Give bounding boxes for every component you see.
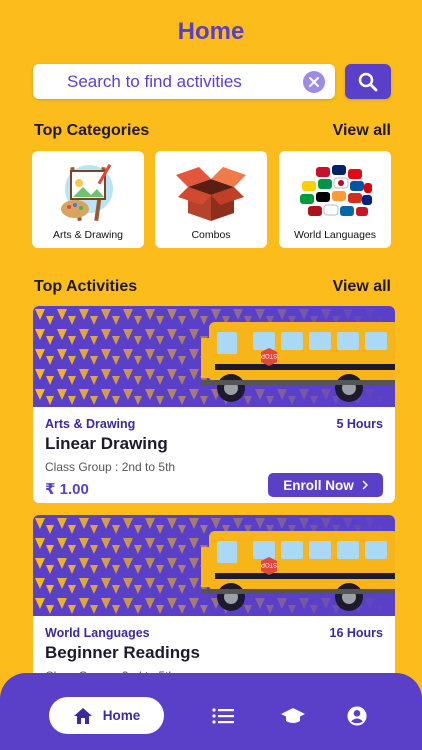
- activity-banner-image: STOP: [33, 306, 395, 407]
- category-card-arts[interactable]: Arts & Drawing: [32, 151, 144, 248]
- stop-sign-label: STOP: [261, 561, 277, 567]
- enroll-label: Enroll Now: [283, 477, 354, 493]
- close-icon: [309, 76, 319, 87]
- section-title: Top Categories: [34, 122, 150, 139]
- profile-icon[interactable]: [346, 706, 368, 726]
- section-title: Top Activities: [34, 278, 138, 295]
- chevron-right-icon: [362, 480, 368, 490]
- enroll-now-button[interactable]: Enroll Now: [268, 473, 383, 497]
- activity-card-linear-drawing[interactable]: STOP Arts & Drawing 5 Hours Linear Drawi…: [33, 306, 395, 503]
- easel-palette-icon: [61, 163, 113, 222]
- nav-home-button[interactable]: Home: [49, 697, 164, 734]
- category-label: Arts & Drawing: [52, 229, 124, 241]
- clear-search-button[interactable]: [303, 70, 325, 93]
- bottom-navigation: Home: [0, 673, 422, 750]
- category-label: Combos: [191, 229, 231, 241]
- top-activities-header: Top Activities View all: [34, 278, 391, 296]
- search-button[interactable]: [345, 64, 391, 99]
- activity-title: Linear Drawing: [45, 434, 168, 453]
- activity-banner-image: STOP: [33, 515, 395, 616]
- activity-duration: 5 Hours: [336, 417, 383, 431]
- open-box-icon: [176, 167, 246, 221]
- category-label: World Languages: [293, 229, 377, 241]
- category-card-languages[interactable]: World Languages: [279, 151, 391, 248]
- list-icon[interactable]: [212, 706, 234, 726]
- category-card-combos[interactable]: Combos: [155, 151, 267, 248]
- search-input[interactable]: [33, 64, 303, 99]
- view-all-categories-link[interactable]: View all: [333, 122, 391, 140]
- stop-sign-label: STOP: [261, 352, 277, 358]
- top-categories-header: Top Categories View all: [34, 122, 391, 140]
- search-icon: [358, 72, 378, 91]
- page-title: Home: [177, 18, 245, 45]
- graduation-cap-icon[interactable]: [281, 706, 305, 726]
- flags-cloud-icon: [300, 165, 372, 216]
- home-icon: [73, 707, 92, 724]
- view-all-activities-link[interactable]: View all: [333, 278, 391, 296]
- activity-class-group: Class Group : 2nd to 5th: [45, 460, 176, 474]
- search-bar: [33, 64, 335, 99]
- activity-category: Arts & Drawing: [45, 417, 136, 431]
- nav-home-label: Home: [102, 708, 141, 723]
- activity-title: Beginner Readings: [45, 643, 200, 662]
- activity-duration: 16 Hours: [329, 626, 384, 640]
